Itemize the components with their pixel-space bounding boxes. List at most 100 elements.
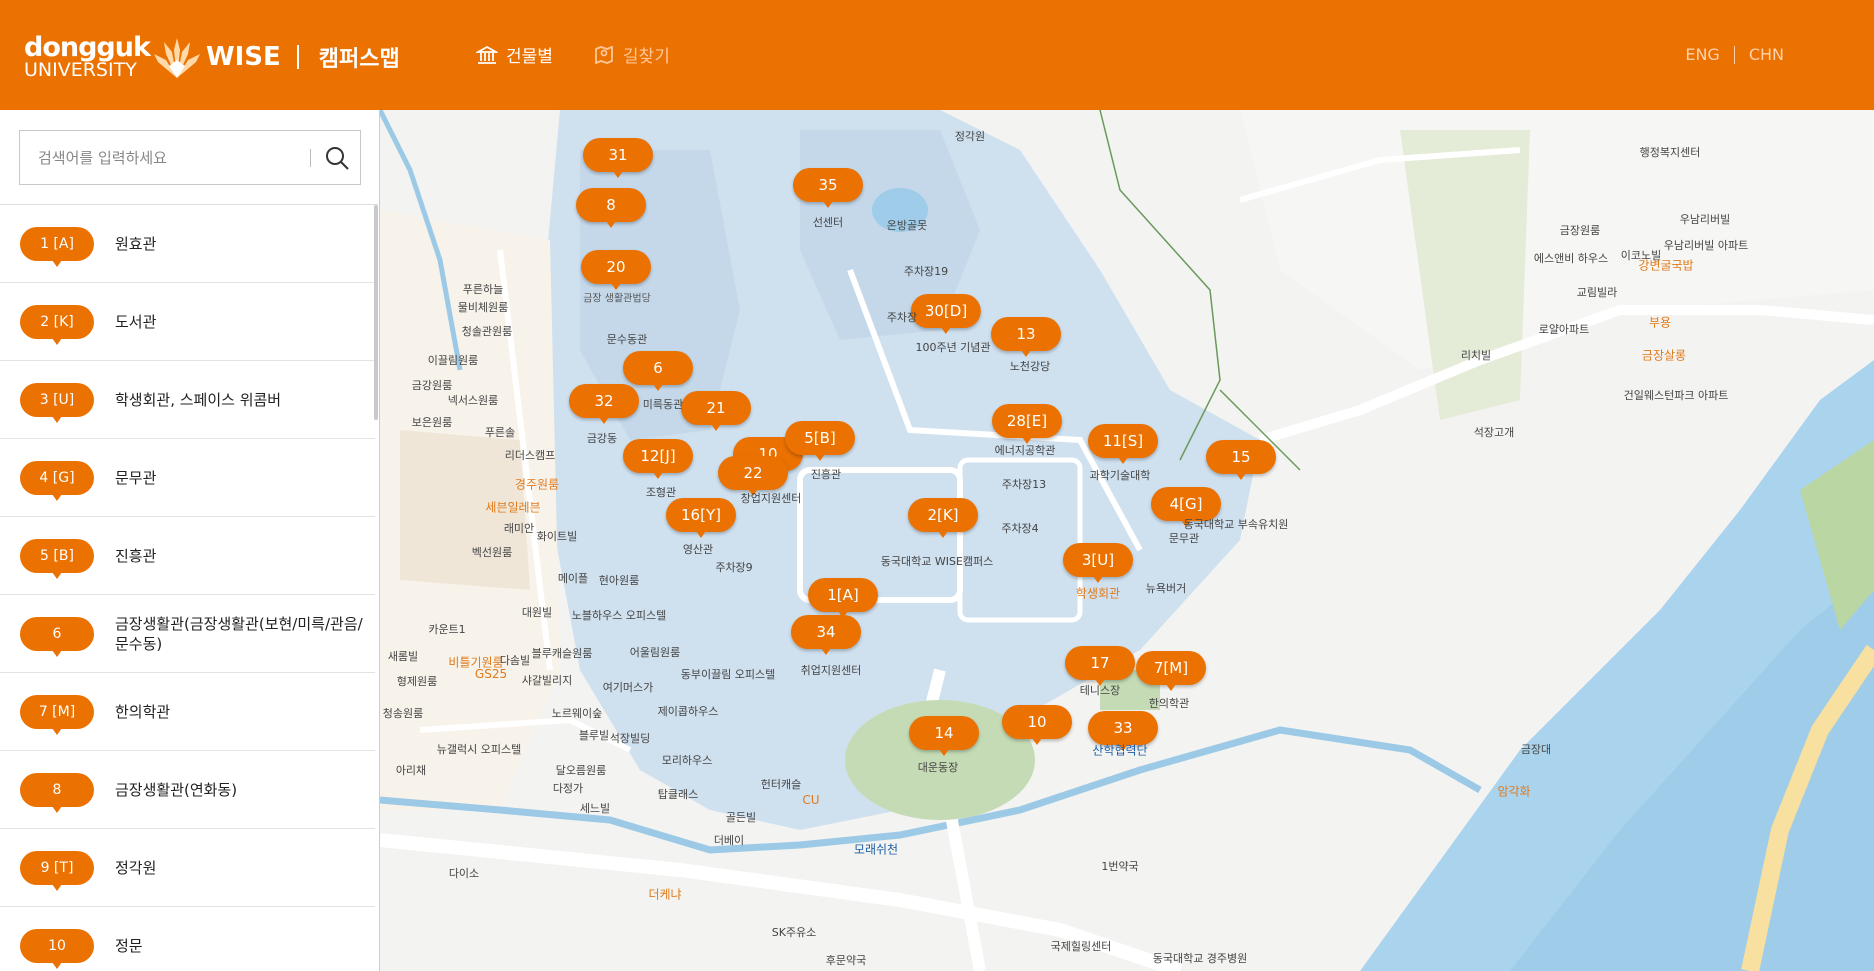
map-building-marker[interactable]: 16[Y] xyxy=(666,498,736,538)
map-place-label: 정각원 xyxy=(954,130,986,143)
building-list-item[interactable]: 6 금장생활관(금장생활관(보현/미륵/관음/문수동) xyxy=(0,595,375,673)
map-place-label: 청송원룸 xyxy=(382,707,424,720)
map-place-label: 더베이 xyxy=(713,834,745,847)
nav-by-building-label: 건물별 xyxy=(506,47,553,67)
logo-bottom-text: UNIVERSITY xyxy=(24,59,137,81)
logo-top-text: dongguk xyxy=(24,32,151,63)
map-place-label: GS25 xyxy=(474,667,508,681)
map-building-marker[interactable]: 20 xyxy=(581,250,651,290)
nav-by-building[interactable]: 건물별 xyxy=(476,42,553,67)
lang-eng[interactable]: ENG xyxy=(1685,45,1719,64)
map-building-marker[interactable]: 14 xyxy=(909,716,979,756)
page-title: 캠퍼스맵 xyxy=(318,47,400,72)
building-name: 도서관 xyxy=(115,312,157,331)
nav-directions[interactable]: 길찾기 xyxy=(593,42,670,67)
map-place-label: 리치빌 xyxy=(1460,349,1492,362)
map-place-label: 주차장4 xyxy=(1001,522,1039,535)
map-place-label: 우남리버빌 xyxy=(1679,213,1731,226)
map-building-marker[interactable]: 13 xyxy=(991,317,1061,357)
map-building-marker[interactable]: 28[E] xyxy=(992,404,1062,444)
map-place-label: 여기머스가 xyxy=(602,681,654,694)
map-building-marker[interactable]: 10 xyxy=(1002,705,1072,745)
map-building-marker[interactable]: 12[J] xyxy=(623,439,693,479)
map-place-label: 대운동장 xyxy=(917,761,959,774)
map-building-marker[interactable]: 30[D] xyxy=(910,294,982,334)
map-building-marker[interactable]: 2[K] xyxy=(908,498,978,538)
map-place-label: 조형관 xyxy=(645,486,677,499)
map-place-label: 로얄아파트 xyxy=(1538,323,1590,336)
map-place-label: 취업지원센터 xyxy=(800,664,862,677)
map-building-marker[interactable]: 1[A] xyxy=(808,578,878,618)
map-place-label: 건일웨스턴파크 아파트 xyxy=(1623,389,1729,402)
map-place-label: 탑클래스 xyxy=(657,788,699,801)
building-name: 학생회관, 스페이스 위콤버 xyxy=(115,390,282,409)
map-place-label: 대원빌 xyxy=(521,606,553,619)
map-place-label: 화이트빌 xyxy=(536,530,578,543)
lotus-logo-icon xyxy=(153,38,200,78)
map-place-label: 모리하우스 xyxy=(661,754,713,767)
map-place-label: 헌터캐슬 xyxy=(760,778,802,791)
sidebar-scrollbar[interactable] xyxy=(374,205,378,420)
building-list-item[interactable]: 5 [B] 진흥관 xyxy=(0,517,375,595)
building-code-badge: 9 [T] xyxy=(20,850,94,891)
building-list-item[interactable]: 8 금장생활관(연화동) xyxy=(0,751,375,829)
map-building-marker[interactable]: 3[U] xyxy=(1063,543,1133,583)
map-place-label: 뉴욕버거 xyxy=(1145,582,1187,595)
map-place-label: 노르웨이숲 xyxy=(551,707,603,720)
map-building-marker[interactable]: 21 xyxy=(681,391,751,431)
map-building-marker[interactable]: 6 xyxy=(623,351,693,391)
search-icon[interactable] xyxy=(324,145,350,171)
map-place-label: 래미안 xyxy=(503,522,535,535)
building-icon xyxy=(476,45,498,64)
map-building-marker[interactable]: 31 xyxy=(583,138,653,178)
map-place-label: 아리채 xyxy=(395,764,427,777)
building-name: 정문 xyxy=(115,936,143,955)
map-place-label: 금장원룸 xyxy=(1559,224,1601,237)
building-list-item[interactable]: 7 [M] 한의학관 xyxy=(0,673,375,751)
map-building-marker[interactable]: 35 xyxy=(793,168,863,208)
building-list-item[interactable]: 9 [T] 정각원 xyxy=(0,829,375,907)
search-input[interactable] xyxy=(38,131,318,184)
map-building-marker[interactable]: 22 xyxy=(718,456,788,496)
map-place-label: 주차장13 xyxy=(1001,478,1047,491)
map-place-label: 주차장19 xyxy=(903,265,949,278)
building-name: 원효관 xyxy=(115,234,157,253)
building-name: 금장생활관(금장생활관(보현/미륵/관음/문수동) xyxy=(115,614,363,653)
search-divider xyxy=(310,149,311,167)
map-building-marker[interactable]: 11[S] xyxy=(1088,424,1158,464)
map-place-label: 금강동 xyxy=(586,432,618,445)
map-place-label: 청솔관원룸 xyxy=(461,325,513,338)
university-logo[interactable]: dongguk UNIVERSITY WISE 캠퍼스맵 xyxy=(24,32,400,82)
building-name: 금장생활관(연화동) xyxy=(115,780,238,799)
building-code-badge: 8 xyxy=(20,772,94,813)
map-place-label: 더케냐 xyxy=(648,887,682,902)
campus-map[interactable]: 31 35 8 20 6 32 21 30[D] 13 12[J] 10 22 5[B] 16[Y] 2[K… xyxy=(380,110,1874,971)
map-building-marker[interactable]: 33 xyxy=(1088,711,1158,751)
building-list-item[interactable]: 3 [U] 학생회관, 스페이스 위콤버 xyxy=(0,361,375,439)
map-building-marker[interactable]: 17 xyxy=(1065,646,1135,686)
building-list-item[interactable]: 4 [G] 문무관 xyxy=(0,439,375,517)
map-building-marker[interactable]: 34 xyxy=(791,615,861,655)
lang-chn[interactable]: CHN xyxy=(1749,45,1784,64)
building-code-badge: 2 [K] xyxy=(20,304,94,345)
map-place-label: 진흥관 xyxy=(810,468,842,481)
map-place-label: 다솜빌 xyxy=(499,654,531,667)
map-place-label: 금장대 xyxy=(1520,743,1552,756)
building-list-item[interactable]: 1 [A] 원효관 xyxy=(0,205,375,283)
map-building-marker[interactable]: 8 xyxy=(576,188,646,228)
building-list-item[interactable]: 10 정문 xyxy=(0,907,375,971)
map-place-label: 1번약국 xyxy=(1101,860,1139,873)
map-place-label: 넥서스원룸 xyxy=(447,394,499,407)
map-place-label: 메이플 xyxy=(557,572,589,585)
map-place-label: 새롬빌 xyxy=(387,650,419,663)
map-building-marker[interactable]: 32 xyxy=(569,384,639,424)
building-list-item[interactable]: 2 [K] 도서관 xyxy=(0,283,375,361)
map-building-marker[interactable]: 15 xyxy=(1206,440,1276,480)
map-place-label: 물비체원룸 xyxy=(457,301,509,314)
map-place-label: 선센터 xyxy=(812,216,844,229)
map-place-label: 푸른솔 xyxy=(484,426,516,439)
map-building-marker[interactable]: 7[M] xyxy=(1136,651,1206,691)
map-building-marker[interactable]: 5[B] xyxy=(785,421,855,461)
map-place-label: 동부이끌림 오피스텔 xyxy=(680,668,776,681)
building-code-badge: 10 xyxy=(20,928,94,969)
